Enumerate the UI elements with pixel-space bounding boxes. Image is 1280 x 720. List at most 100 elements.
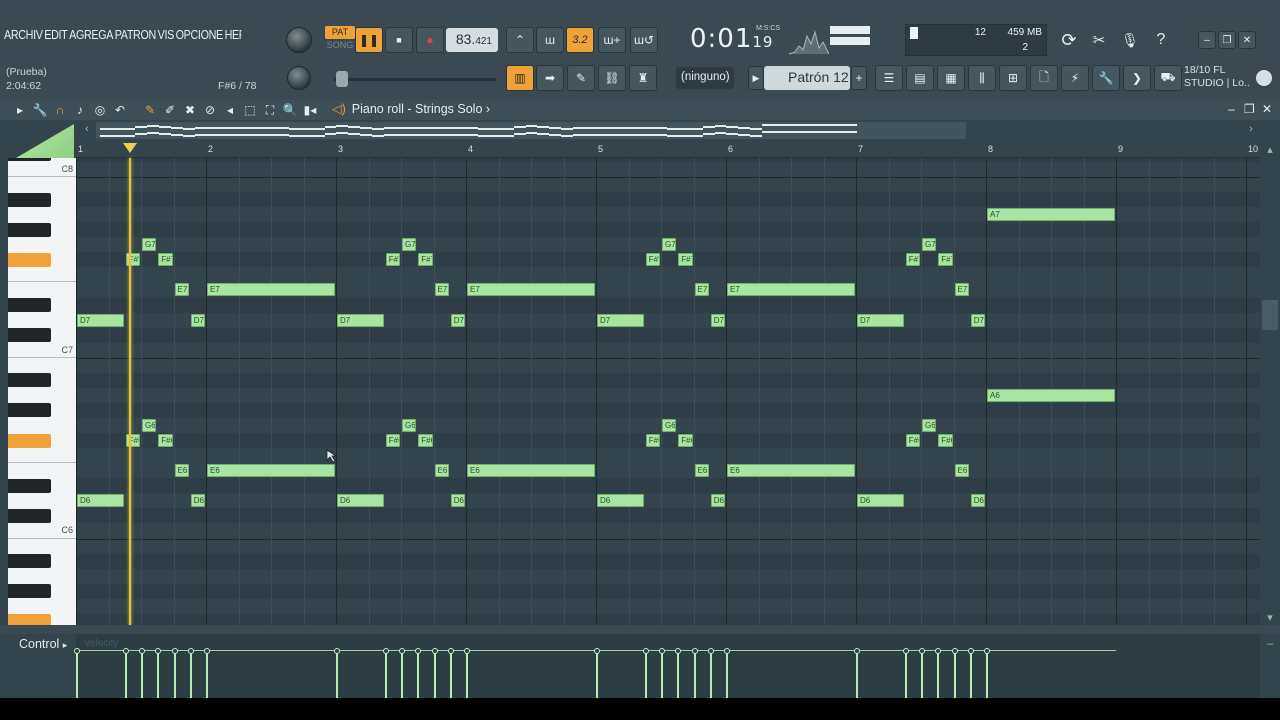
highlighted-key[interactable] [8,614,51,625]
song-position-thumb[interactable] [336,71,348,87]
velocity-bar[interactable] [969,652,972,698]
velocity-handle[interactable] [659,648,665,654]
zoom-tool-icon[interactable]: 🔍 [282,102,298,118]
control-collapse-icon[interactable]: – [1263,638,1277,652]
velocity-handle[interactable] [382,648,389,654]
note-icon[interactable]: ♪ [72,102,88,118]
note[interactable]: D6 [190,494,205,508]
note[interactable]: E7 [954,283,969,297]
note[interactable]: E7 [207,283,335,297]
velocity-handle[interactable] [691,648,698,654]
note[interactable]: D7 [710,313,725,327]
news-panel[interactable]: 18/10 FL STUDIO | Lo.. [1184,64,1250,90]
note[interactable]: G7 [922,238,937,252]
velocity-bar[interactable] [401,652,403,698]
pencil-tool-icon[interactable]: ✎ [142,102,158,118]
pr-maximize-button[interactable]: ❐ [1244,102,1255,116]
note[interactable]: E6 [434,464,449,478]
mic-button[interactable]: 🎙 [1116,27,1144,53]
note[interactable]: A6 [987,388,1115,402]
note[interactable]: E7 [467,283,595,297]
playlist-button[interactable]: ☰ [875,65,903,91]
velocity-handle[interactable] [984,648,990,654]
velocity-handle[interactable] [464,648,470,654]
note[interactable]: D6 [970,494,985,508]
selector-dropdown[interactable]: (ninguno) [676,67,734,89]
velocity-bar[interactable] [953,652,956,698]
note[interactable]: G6 [922,419,937,433]
record-button[interactable]: ● [416,27,444,53]
tempo-display[interactable]: 83.421 [446,28,498,52]
note[interactable]: F#6 [125,434,140,448]
velocity-handle[interactable] [187,648,194,654]
note[interactable]: F#7 [678,253,693,267]
velocity-handle[interactable] [967,648,974,654]
note[interactable]: D6 [710,494,725,508]
piano-keyboard[interactable]: C8 C7 C6 [8,158,76,625]
velocity-handle[interactable] [594,648,600,654]
overview-scrollbar[interactable] [96,122,966,139]
mute-tool-icon[interactable]: ⊘ [202,102,218,118]
velocity-handle[interactable] [334,648,340,654]
note[interactable]: E7 [727,283,855,297]
add-pattern-button[interactable]: + [851,66,867,90]
black-key[interactable] [8,158,51,162]
help-button[interactable]: ? [1147,27,1175,53]
velocity-handle[interactable] [74,648,80,654]
note[interactable]: G7 [662,238,677,252]
close-app-button[interactable]: ✕ [1238,31,1256,49]
black-key[interactable] [8,298,51,313]
highlighted-key[interactable] [8,433,51,448]
velocity-handle[interactable] [171,648,178,654]
black-key[interactable] [8,478,51,493]
black-key[interactable] [8,403,51,418]
shop-button[interactable]: ⛟ [1154,65,1182,91]
note[interactable]: E6 [207,464,335,478]
velocity-handle[interactable] [399,648,405,654]
magnet-icon[interactable]: ∩ [52,102,68,118]
velocity-bar[interactable] [449,652,452,698]
black-key[interactable] [8,328,51,343]
draw-tool-button[interactable]: ✎ [567,65,595,91]
channel-rack-button[interactable]: ▦ [937,65,965,91]
note[interactable]: G7 [142,238,157,252]
note[interactable]: E7 [694,283,709,297]
maximize-app-button[interactable]: ❐ [1218,31,1236,49]
note[interactable]: F#7 [645,253,660,267]
note[interactable]: F#7 [385,253,400,267]
note[interactable]: G6 [402,419,417,433]
menu-opcione[interactable]: OPCIONE [176,28,224,42]
velocity-handle[interactable] [139,648,145,654]
note-grid[interactable]: D7F#7G7F#7E7D7E7D7F#7G7F#7E7D7E7D7F#7G7F… [76,158,1260,625]
circle-icon[interactable]: ◎ [92,102,108,118]
scroll-right-icon[interactable]: › [1244,123,1258,137]
wait-input-button[interactable]: ɯ [536,27,564,53]
note[interactable]: D7 [337,313,384,327]
fl-logo-icon[interactable] [1256,70,1272,86]
pr-close-button[interactable]: ✕ [1262,102,1272,116]
note[interactable]: E6 [727,464,855,478]
velocity-bar[interactable] [904,652,907,698]
vertical-scroll-thumb[interactable] [1262,300,1278,330]
velocity-bar[interactable] [336,652,338,698]
master-volume-knob[interactable] [286,27,312,53]
velocity-bar[interactable] [206,652,208,698]
minimize-app-button[interactable]: – [1198,31,1216,49]
step-edit-button[interactable]: ɯ+ [598,27,626,53]
velocity-bar[interactable] [986,652,988,698]
menu-herramienta[interactable]: HERRAMIENTA [225,28,242,42]
mixer-button[interactable]: ⫼ [968,65,996,91]
velocity-bar[interactable] [466,652,468,698]
black-key[interactable] [8,584,51,599]
note[interactable]: F#6 [938,434,953,448]
tools-button[interactable]: 🔧 [1092,65,1120,91]
velocity-handle[interactable] [122,648,129,654]
plugin-button[interactable]: ⚡ [1061,65,1089,91]
loop-record-button[interactable]: ɯ↺ [630,27,658,53]
pattern-selector[interactable]: Patrón 12 [764,66,850,90]
piano-roll-view-button[interactable]: ▥ [506,65,534,91]
scroll-left-icon[interactable]: ‹ [80,123,94,137]
link-button[interactable]: ⛓ [598,65,626,91]
velocity-bar[interactable] [693,652,696,698]
note[interactable]: D6 [450,494,465,508]
